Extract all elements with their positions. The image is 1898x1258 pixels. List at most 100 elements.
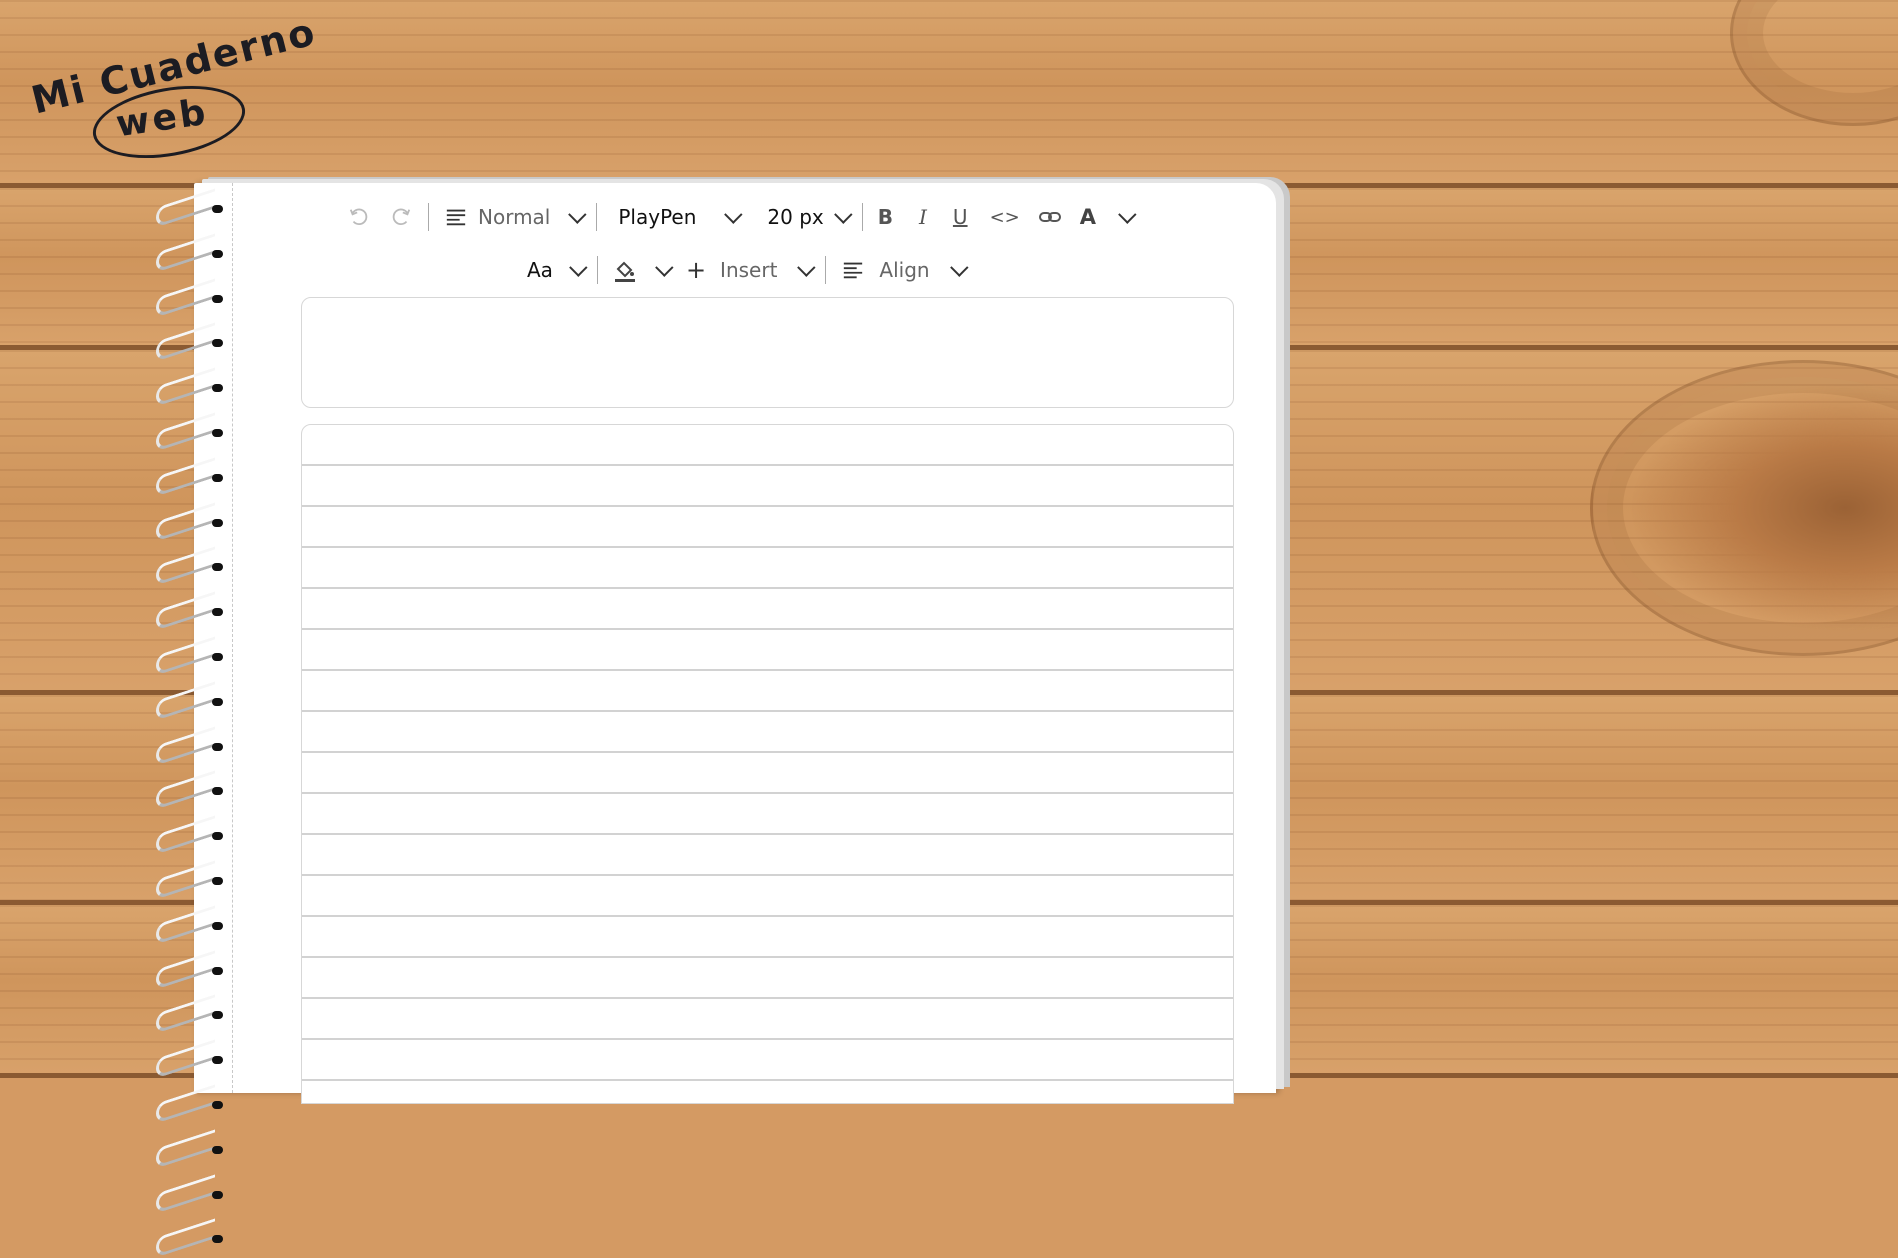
toolbar-divider xyxy=(428,203,429,231)
spiral-wire xyxy=(156,591,215,631)
ruled-line xyxy=(302,628,1233,630)
font-color-dropdown[interactable]: A xyxy=(1071,197,1140,237)
margin-line xyxy=(232,183,233,1093)
spiral-ring xyxy=(152,412,232,452)
ruled-line xyxy=(302,833,1233,835)
align-label: Align xyxy=(879,258,930,282)
spiral-hole xyxy=(212,832,223,841)
ruled-line xyxy=(302,751,1233,753)
bold-button[interactable]: B xyxy=(869,197,902,237)
spiral-hole xyxy=(212,742,223,751)
background-color-dropdown[interactable] xyxy=(604,250,677,290)
block-type-label: Normal xyxy=(478,205,551,229)
undo-button[interactable] xyxy=(338,197,380,237)
spiral-ring xyxy=(152,1218,232,1258)
ruled-line xyxy=(302,1079,1233,1081)
spiral-wire xyxy=(156,278,215,318)
spiral-ring xyxy=(152,950,232,990)
spiral-hole xyxy=(212,429,223,437)
text-case-dropdown[interactable]: Aa xyxy=(518,250,591,290)
ruled-line xyxy=(302,792,1233,794)
ruled-line xyxy=(302,464,1233,466)
ruled-line xyxy=(302,546,1233,548)
undo-icon xyxy=(347,205,371,229)
spiral-wire xyxy=(156,950,215,990)
spiral-hole xyxy=(212,294,223,303)
spiral-ring xyxy=(152,457,232,497)
chevron-down-icon xyxy=(569,257,588,277)
toolbar-divider xyxy=(596,256,598,284)
spiral-hole xyxy=(212,608,223,617)
spiral-wire xyxy=(156,994,215,1034)
spiral-wire xyxy=(156,1174,215,1214)
spiral-wire xyxy=(156,188,215,228)
spiral-wire xyxy=(156,233,215,273)
spiral-wire xyxy=(156,322,215,362)
spiral-wire xyxy=(156,367,215,407)
spiral-ring xyxy=(152,860,232,900)
spiral-hole xyxy=(212,473,223,482)
spiral-wire xyxy=(156,1084,215,1124)
spiral-binding xyxy=(152,188,232,1258)
spiral-ring xyxy=(152,322,232,362)
redo-button[interactable] xyxy=(380,197,422,237)
spiral-wire xyxy=(156,636,215,676)
spiral-ring xyxy=(152,636,232,676)
spiral-hole xyxy=(212,1145,223,1154)
insert-dropdown[interactable]: + Insert xyxy=(677,250,819,290)
insert-label: Insert xyxy=(720,258,778,282)
chevron-down-icon xyxy=(833,204,853,224)
font-family-label: PlayPen xyxy=(618,205,697,229)
italic-button[interactable]: I xyxy=(910,197,936,237)
align-dropdown[interactable]: Align xyxy=(832,250,971,290)
spiral-hole xyxy=(212,205,223,213)
spiral-wire xyxy=(156,860,215,900)
spiral-ring xyxy=(152,233,232,273)
ruled-line xyxy=(302,587,1233,589)
spiral-ring xyxy=(152,681,232,721)
chevron-down-icon xyxy=(655,257,674,277)
spiral-ring xyxy=(152,1084,232,1124)
align-left-icon xyxy=(841,258,865,282)
spiral-hole xyxy=(212,384,223,393)
spiral-wire xyxy=(156,1129,215,1169)
spiral-wire xyxy=(156,457,215,497)
spiral-wire xyxy=(156,546,215,586)
spiral-hole xyxy=(212,1101,223,1109)
underline-button[interactable]: U xyxy=(944,197,977,237)
chevron-down-icon xyxy=(724,204,743,224)
toolbar-divider xyxy=(825,256,827,284)
spiral-hole xyxy=(212,1235,223,1244)
app-logo[interactable]: Mi Cuaderno web xyxy=(20,9,321,169)
spiral-ring xyxy=(152,905,232,945)
editor-toolbar-row-1: Normal PlayPen 20 px B I U <> A xyxy=(338,197,1140,237)
chevron-down-icon xyxy=(949,257,969,277)
font-size-dropdown[interactable]: 20 px xyxy=(746,197,855,237)
paint-bucket-icon xyxy=(613,258,637,282)
code-button[interactable]: <> xyxy=(981,197,1029,237)
ruled-line xyxy=(302,997,1233,999)
spiral-ring xyxy=(152,726,232,766)
spiral-ring xyxy=(152,815,232,855)
spiral-ring xyxy=(152,1174,232,1214)
ruled-line xyxy=(302,915,1233,917)
paragraph-icon xyxy=(444,205,468,229)
ruled-line xyxy=(302,874,1233,876)
body-editor[interactable] xyxy=(301,424,1234,1104)
block-type-dropdown[interactable]: Normal xyxy=(435,197,590,237)
spiral-hole xyxy=(212,249,223,258)
chevron-down-icon xyxy=(1118,204,1137,224)
font-family-dropdown[interactable]: PlayPen xyxy=(603,197,746,237)
spiral-ring xyxy=(152,1039,232,1079)
spiral-ring xyxy=(152,367,232,407)
spiral-hole xyxy=(212,339,223,348)
link-button[interactable] xyxy=(1029,197,1071,237)
link-icon xyxy=(1038,205,1062,229)
spiral-wire xyxy=(156,770,215,810)
spiral-wire xyxy=(156,905,215,945)
spiral-wire xyxy=(156,412,215,452)
spiral-hole xyxy=(212,563,223,572)
plus-icon: + xyxy=(685,256,707,284)
spiral-ring xyxy=(152,188,232,228)
title-editor[interactable] xyxy=(301,297,1234,408)
